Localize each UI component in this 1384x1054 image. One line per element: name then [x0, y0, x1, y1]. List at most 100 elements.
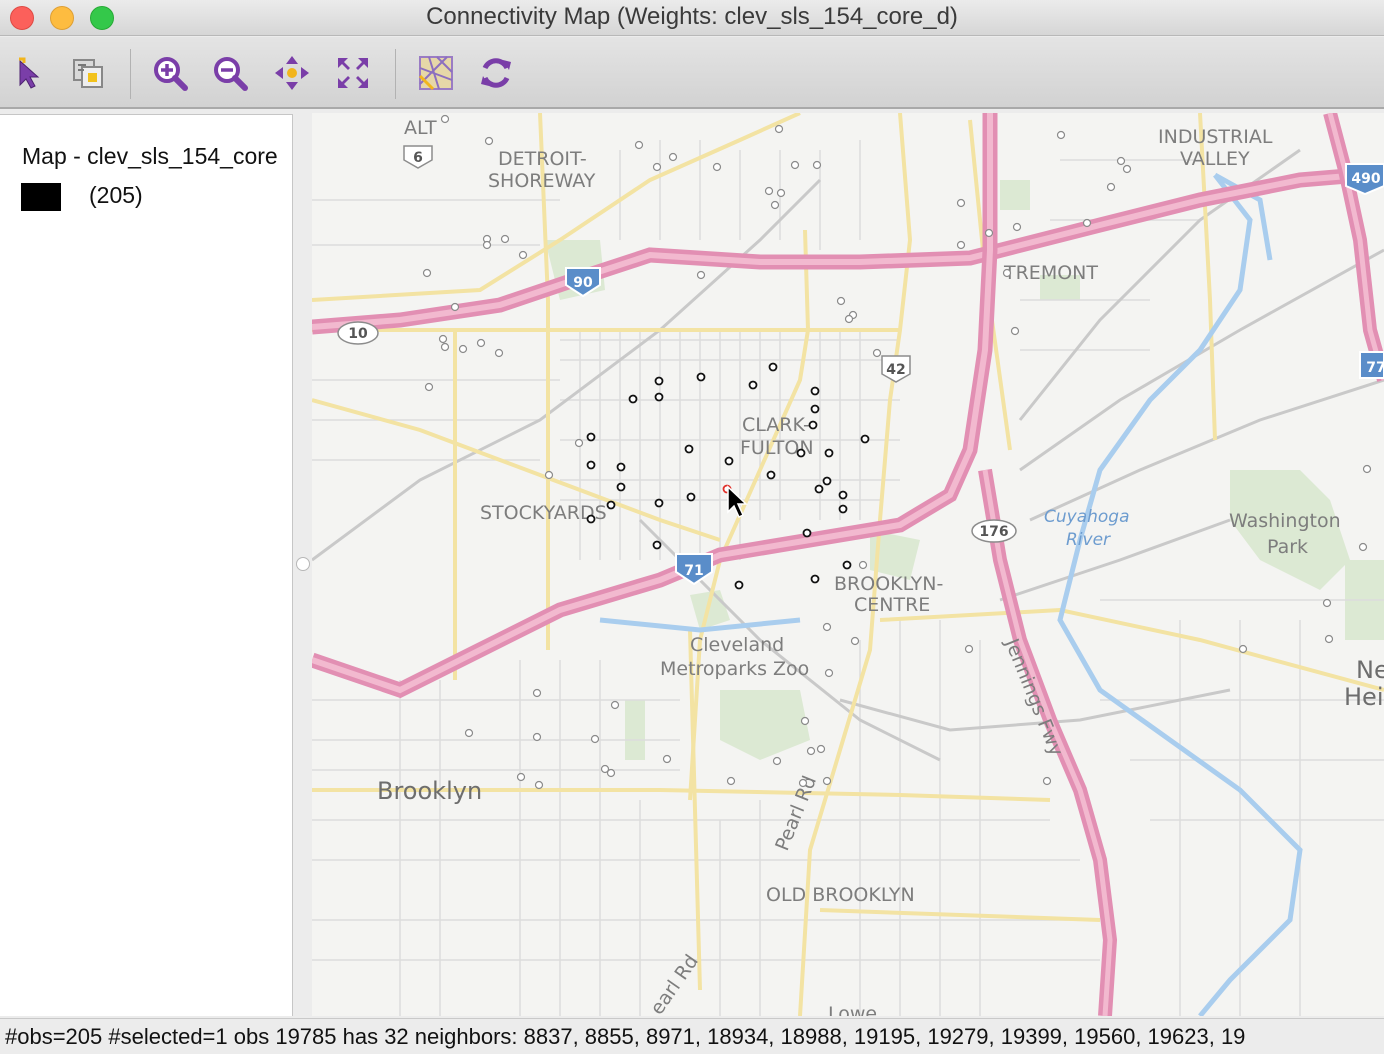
legend-swatch[interactable] — [21, 183, 61, 211]
map-point[interactable] — [668, 152, 678, 162]
map-point[interactable] — [790, 160, 800, 170]
map-point[interactable] — [476, 338, 486, 348]
neighbor-point[interactable] — [766, 470, 776, 480]
map-point[interactable] — [712, 162, 722, 172]
map-point[interactable] — [1056, 130, 1066, 140]
map-point[interactable] — [574, 438, 584, 448]
refresh-button[interactable] — [476, 53, 516, 93]
map-point[interactable] — [774, 124, 784, 134]
neighbor-point[interactable] — [748, 380, 758, 390]
map-point[interactable] — [1082, 218, 1092, 228]
neighbor-point[interactable] — [586, 460, 596, 470]
map-point[interactable] — [956, 240, 966, 250]
map-point[interactable] — [776, 188, 786, 198]
map-point[interactable] — [534, 780, 544, 790]
map-point[interactable] — [822, 776, 832, 786]
map-point[interactable] — [816, 744, 826, 754]
map-point[interactable] — [726, 776, 736, 786]
neighbor-point[interactable] — [654, 376, 664, 386]
map-point[interactable] — [812, 160, 822, 170]
neighbor-point[interactable] — [824, 448, 834, 458]
map-point[interactable] — [984, 228, 994, 238]
map-point[interactable] — [662, 754, 672, 764]
zoom-in-button[interactable] — [150, 53, 190, 93]
map-point[interactable] — [850, 636, 860, 646]
neighbor-point[interactable] — [628, 394, 638, 404]
neighbor-point[interactable] — [734, 580, 744, 590]
map-point[interactable] — [1116, 156, 1126, 166]
neighbor-point[interactable] — [822, 476, 832, 486]
map-point[interactable] — [1012, 222, 1022, 232]
neighbor-point[interactable] — [686, 492, 696, 502]
map-point[interactable] — [806, 746, 816, 756]
map-point[interactable] — [1324, 634, 1334, 644]
map-point[interactable] — [1042, 776, 1052, 786]
pan-button[interactable] — [272, 53, 312, 93]
map-point[interactable] — [1106, 182, 1116, 192]
map-point[interactable] — [836, 296, 846, 306]
map-point[interactable] — [764, 186, 774, 196]
map-point[interactable] — [822, 622, 832, 632]
neighbor-point[interactable] — [586, 514, 596, 524]
map-point[interactable] — [532, 732, 542, 742]
map-point[interactable] — [516, 772, 526, 782]
map-point[interactable] — [696, 270, 706, 280]
map-point[interactable] — [798, 778, 808, 788]
map-point[interactable] — [482, 240, 492, 250]
neighbor-point[interactable] — [796, 448, 806, 458]
neighbor-point[interactable] — [838, 490, 848, 500]
basemap-button[interactable] — [416, 53, 456, 93]
map-point[interactable] — [532, 688, 542, 698]
map-point[interactable] — [1122, 164, 1132, 174]
map-point[interactable] — [438, 334, 448, 344]
map-point[interactable] — [800, 716, 810, 726]
neighbor-point[interactable] — [652, 540, 662, 550]
map-point[interactable] — [772, 756, 782, 766]
map-point[interactable] — [858, 560, 868, 570]
map-point[interactable] — [440, 114, 450, 124]
neighbor-point[interactable] — [814, 484, 824, 494]
map-point[interactable] — [458, 344, 468, 354]
select-pointer-button[interactable] — [10, 53, 50, 93]
neighbor-point[interactable] — [810, 404, 820, 414]
splitter-handle[interactable] — [296, 557, 310, 571]
neighbor-point[interactable] — [808, 420, 818, 430]
map-point[interactable] — [1362, 464, 1372, 474]
map-point[interactable] — [464, 728, 474, 738]
neighbor-point[interactable] — [842, 560, 852, 570]
neighbor-point[interactable] — [810, 386, 820, 396]
neighbor-point[interactable] — [654, 498, 664, 508]
neighbor-point[interactable] — [684, 444, 694, 454]
zoom-out-button[interactable] — [210, 53, 250, 93]
map-point[interactable] — [500, 234, 510, 244]
neighbor-point[interactable] — [654, 392, 664, 402]
map-point[interactable] — [652, 162, 662, 172]
map-point[interactable] — [770, 200, 780, 210]
map-point[interactable] — [494, 348, 504, 358]
map-point[interactable] — [1358, 542, 1368, 552]
map-point[interactable] — [1010, 326, 1020, 336]
neighbor-point[interactable] — [802, 528, 812, 538]
neighbor-point[interactable] — [696, 372, 706, 382]
neighbor-point[interactable] — [616, 482, 626, 492]
select-mode-button[interactable] — [68, 53, 108, 93]
map-point[interactable] — [440, 342, 450, 352]
neighbor-point[interactable] — [768, 362, 778, 372]
map-point[interactable] — [610, 700, 620, 710]
map-point[interactable] — [484, 136, 494, 146]
map-point[interactable] — [450, 302, 460, 312]
neighbor-point[interactable] — [810, 574, 820, 584]
map-canvas[interactable]: 90 71 490 77 10 176 42 6 ALT DETROIT- SH… — [312, 113, 1384, 1016]
map-point[interactable] — [824, 668, 834, 678]
map-point[interactable] — [964, 644, 974, 654]
map-point[interactable] — [1002, 268, 1012, 278]
map-point[interactable] — [1322, 598, 1332, 608]
map-point[interactable] — [544, 470, 554, 480]
neighbor-point[interactable] — [724, 456, 734, 466]
map-point[interactable] — [1238, 644, 1248, 654]
neighbor-point[interactable] — [606, 500, 616, 510]
neighbor-point[interactable] — [616, 462, 626, 472]
map-point[interactable] — [600, 764, 610, 774]
map-point[interactable] — [844, 314, 854, 324]
neighbor-point[interactable] — [586, 432, 596, 442]
